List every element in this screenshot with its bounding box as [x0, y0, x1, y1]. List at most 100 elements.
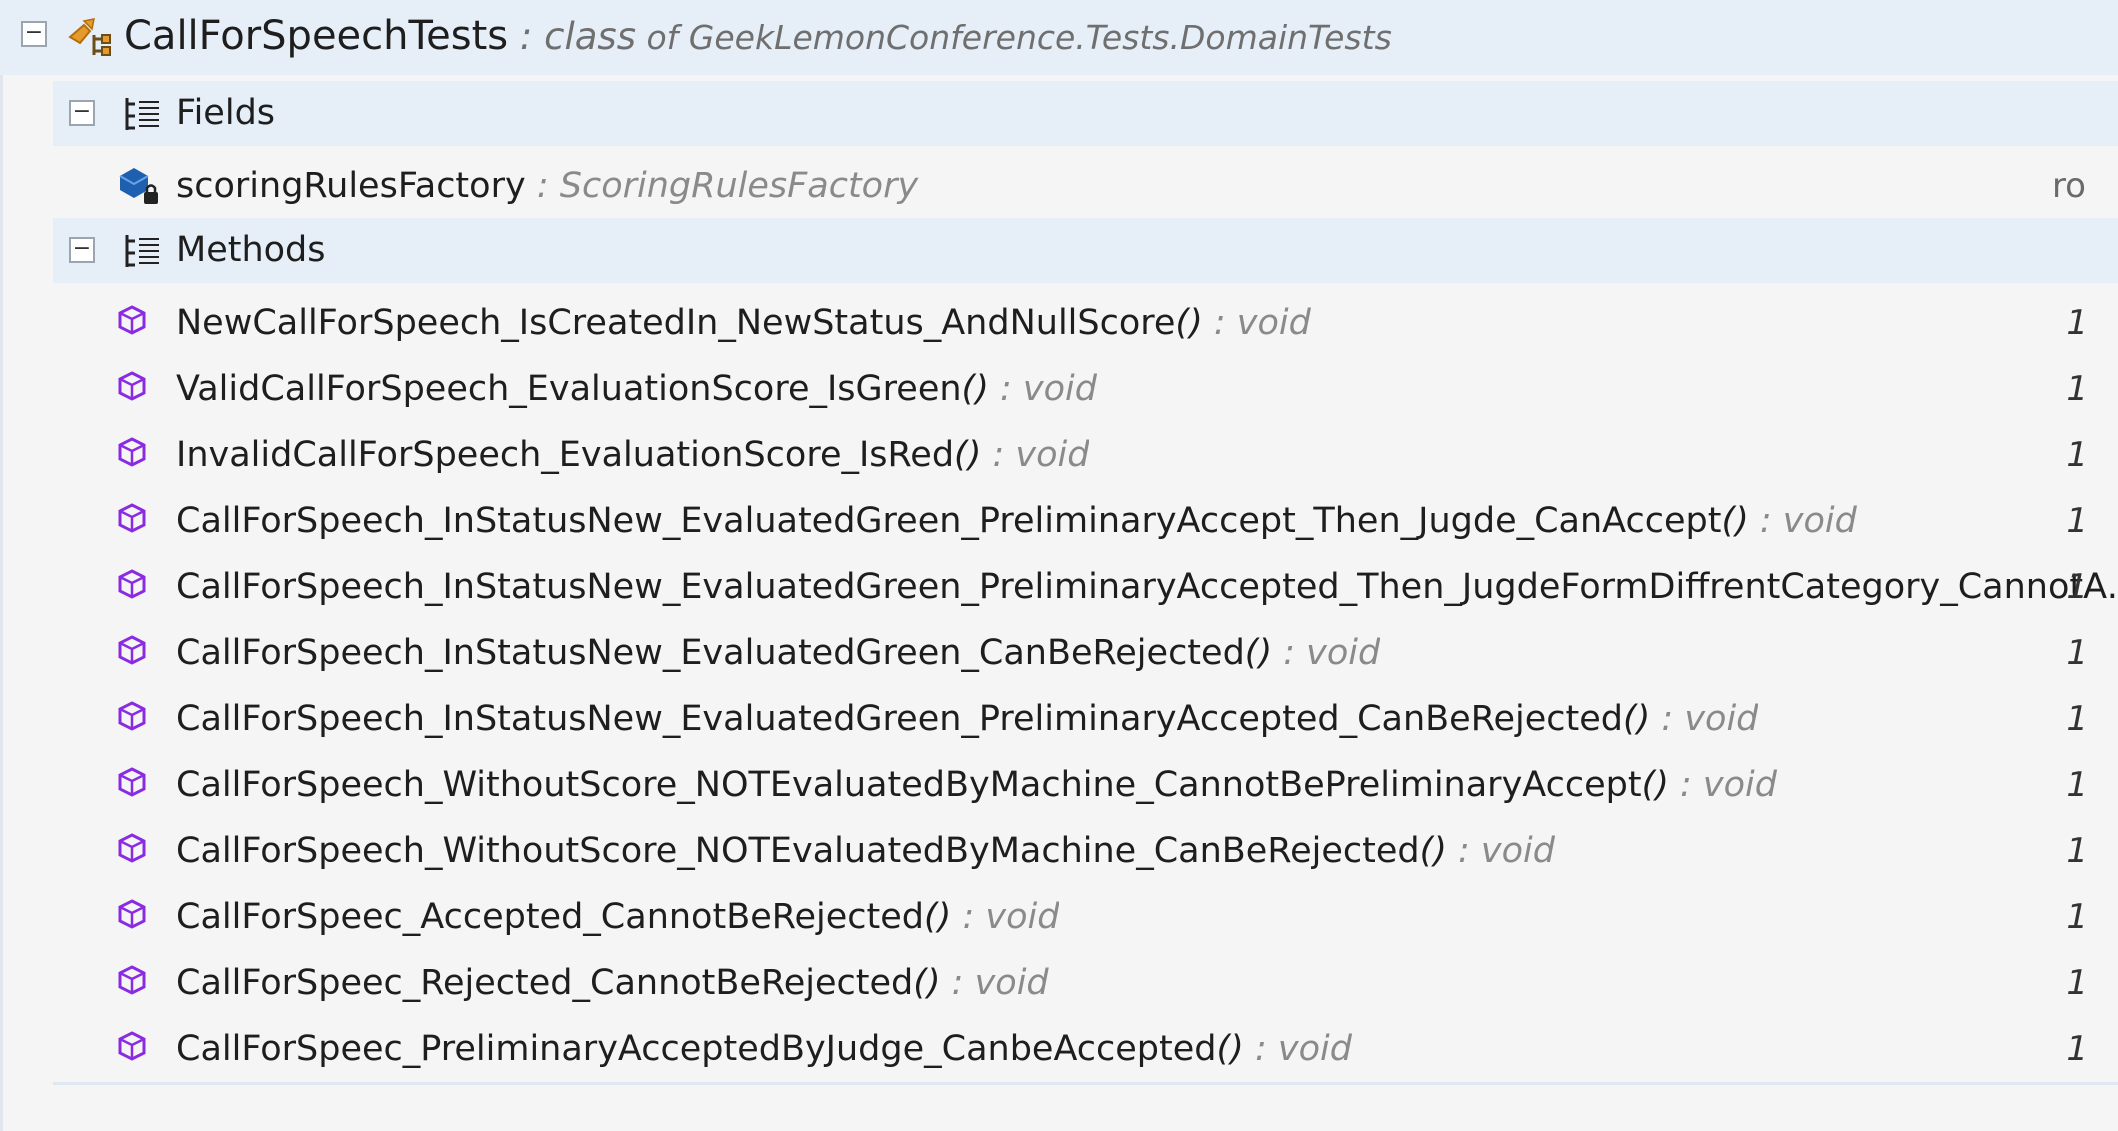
method-text: NewCallForSpeech_IsCreatedIn_NewStatus_A… [176, 303, 1311, 343]
method-item[interactable]: CallForSpeec_Rejected_CannotBeRejected()… [0, 953, 2118, 1013]
method-parens: () [1419, 831, 1447, 871]
method-text: CallForSpeec_PreliminaryAcceptedByJudge_… [176, 1029, 1352, 1069]
method-item[interactable]: ValidCallForSpeech_EvaluationScore_IsGre… [0, 359, 2118, 419]
method-count: 1 [2066, 897, 2088, 937]
class-namespace: GeekLemonConference.Tests.DomainTests [688, 18, 1392, 57]
method-text: CallForSpeech_InStatusNew_EvaluatedGreen… [176, 699, 1758, 739]
method-return-type: : void [981, 435, 1090, 475]
method-cube-icon [118, 569, 146, 603]
fields-section-row[interactable]: − Fields [53, 81, 2118, 146]
fields-section-label: Fields [176, 93, 276, 133]
method-cube-icon [118, 701, 146, 735]
method-cube-icon [118, 437, 146, 471]
method-name: CallForSpeec_Accepted_CannotBeRejected [176, 897, 924, 937]
method-item[interactable]: CallForSpeec_PreliminaryAcceptedByJudge_… [0, 1019, 2118, 1079]
methods-section-label: Methods [176, 230, 326, 270]
method-count: 1 [2066, 699, 2088, 739]
method-return-type: : void [940, 963, 1049, 1003]
methods-section-row[interactable]: − Methods [53, 218, 2118, 283]
method-return-type: : void [1272, 633, 1381, 673]
method-parens: () [1641, 765, 1669, 805]
method-text: CallForSpeech_InStatusNew_EvaluatedGreen… [176, 501, 1857, 541]
field-type: ScoringRulesFactory [559, 166, 919, 206]
method-name: CallForSpeech_InStatusNew_EvaluatedGreen… [176, 699, 1623, 739]
method-count: 1 [2066, 831, 2088, 871]
method-count: 1 [2066, 1029, 2088, 1069]
method-count: 1 [2066, 501, 2088, 541]
method-parens: () [1244, 633, 1273, 673]
method-cube-icon [118, 1031, 146, 1065]
method-text: CallForSpeech_InStatusNew_EvaluatedGreen… [176, 633, 1380, 673]
method-item[interactable]: CallForSpeech_WithoutScore_NOTEvaluatedB… [0, 755, 2118, 815]
collapse-methods-button[interactable]: − [69, 237, 95, 263]
method-count: 1 [2066, 369, 2088, 409]
method-cube-icon [118, 371, 146, 405]
method-name: ValidCallForSpeech_EvaluationScore_IsGre… [176, 369, 962, 409]
method-cube-icon [118, 767, 146, 801]
field-separator: : [525, 166, 560, 206]
method-return-type: : void [1748, 501, 1857, 541]
method-parens: () [954, 435, 982, 475]
method-return-type: : void [988, 369, 1097, 409]
method-name: CallForSpeec_PreliminaryAcceptedByJudge_… [176, 1029, 1217, 1069]
method-name: NewCallForSpeech_IsCreatedIn_NewStatus_A… [176, 303, 1176, 343]
class-name: CallForSpeechTests [124, 13, 509, 59]
method-text: CallForSpeech_WithoutScore_NOTEvaluatedB… [176, 765, 1777, 805]
method-item[interactable]: CallForSpeech_InStatusNew_EvaluatedGreen… [0, 689, 2118, 749]
method-parens: () [1721, 501, 1749, 541]
method-item[interactable]: CallForSpeech_InStatusNew_EvaluatedGreen… [0, 557, 2118, 617]
method-return-type: : void [1243, 1029, 1352, 1069]
method-name: CallForSpeech_InStatusNew_EvaluatedGreen… [176, 567, 2118, 607]
method-return-type: : void [1202, 303, 1311, 343]
class-icon [66, 15, 114, 65]
method-text: InvalidCallForSpeech_EvaluationScore_IsR… [176, 435, 1089, 475]
private-field-icon [116, 162, 162, 212]
method-name: CallForSpeech_WithoutScore_NOTEvaluatedB… [176, 765, 1642, 805]
method-return-type: : void [1446, 831, 1556, 871]
method-cube-icon [118, 305, 146, 339]
method-name: CallForSpeech_WithoutScore_NOTEvaluatedB… [176, 831, 1420, 871]
method-item[interactable]: CallForSpeech_InStatusNew_EvaluatedGreen… [0, 491, 2118, 551]
method-cube-icon [118, 833, 146, 867]
method-count: 1 [2066, 633, 2088, 673]
method-parens: () [1622, 699, 1651, 739]
section-list-icon [123, 94, 163, 138]
method-count: 1 [2066, 567, 2088, 607]
method-cube-icon [118, 965, 146, 999]
method-count: 1 [2066, 963, 2088, 1003]
method-name: CallForSpeech_InStatusNew_EvaluatedGreen… [176, 501, 1722, 541]
method-cube-icon [118, 503, 146, 537]
method-parens: () [1216, 1029, 1244, 1069]
field-text: scoringRulesFactory : ScoringRulesFactor… [176, 166, 918, 206]
method-item[interactable]: InvalidCallForSpeech_EvaluationScore_IsR… [0, 425, 2118, 485]
method-name: InvalidCallForSpeech_EvaluationScore_IsR… [176, 435, 955, 475]
section-list-icon [123, 231, 163, 275]
method-parens: () [924, 897, 952, 937]
method-return-type: : void [951, 897, 1060, 937]
class-separator: : [508, 15, 545, 58]
method-text: CallForSpeech_InStatusNew_EvaluatedGreen… [176, 567, 2118, 607]
method-item[interactable]: CallForSpeech_InStatusNew_EvaluatedGreen… [0, 623, 2118, 683]
method-return-type: : void [1650, 699, 1759, 739]
field-name: scoringRulesFactory [176, 166, 526, 206]
class-title: CallForSpeechTests : class of GeekLemonC… [124, 13, 1392, 59]
field-item[interactable]: scoringRulesFactory : ScoringRulesFactor… [0, 158, 2118, 218]
method-parens: () [1175, 303, 1203, 343]
collapse-class-button[interactable]: − [21, 21, 47, 47]
method-item[interactable]: CallForSpeech_WithoutScore_NOTEvaluatedB… [0, 821, 2118, 881]
method-item[interactable]: CallForSpeec_Accepted_CannotBeRejected()… [0, 887, 2118, 947]
method-count: 1 [2066, 765, 2088, 805]
method-parens: () [913, 963, 941, 1003]
class-keyword: class [544, 15, 636, 58]
method-name: CallForSpeec_Rejected_CannotBeRejected [176, 963, 914, 1003]
method-text: CallForSpeech_WithoutScore_NOTEvaluatedB… [176, 831, 1555, 871]
class-header-row[interactable]: − CallForSpeechTests : class of GeekLemo… [0, 0, 2118, 75]
method-return-type: : void [1668, 765, 1778, 805]
collapse-fields-button[interactable]: − [69, 100, 95, 126]
method-text: CallForSpeec_Rejected_CannotBeRejected()… [176, 963, 1049, 1003]
method-item[interactable]: NewCallForSpeech_IsCreatedIn_NewStatus_A… [0, 293, 2118, 353]
method-count: 1 [2066, 435, 2088, 475]
method-text: CallForSpeec_Accepted_CannotBeRejected()… [176, 897, 1059, 937]
method-name: CallForSpeech_InStatusNew_EvaluatedGreen… [176, 633, 1245, 673]
field-modifier-readonly: ro [2051, 166, 2086, 206]
